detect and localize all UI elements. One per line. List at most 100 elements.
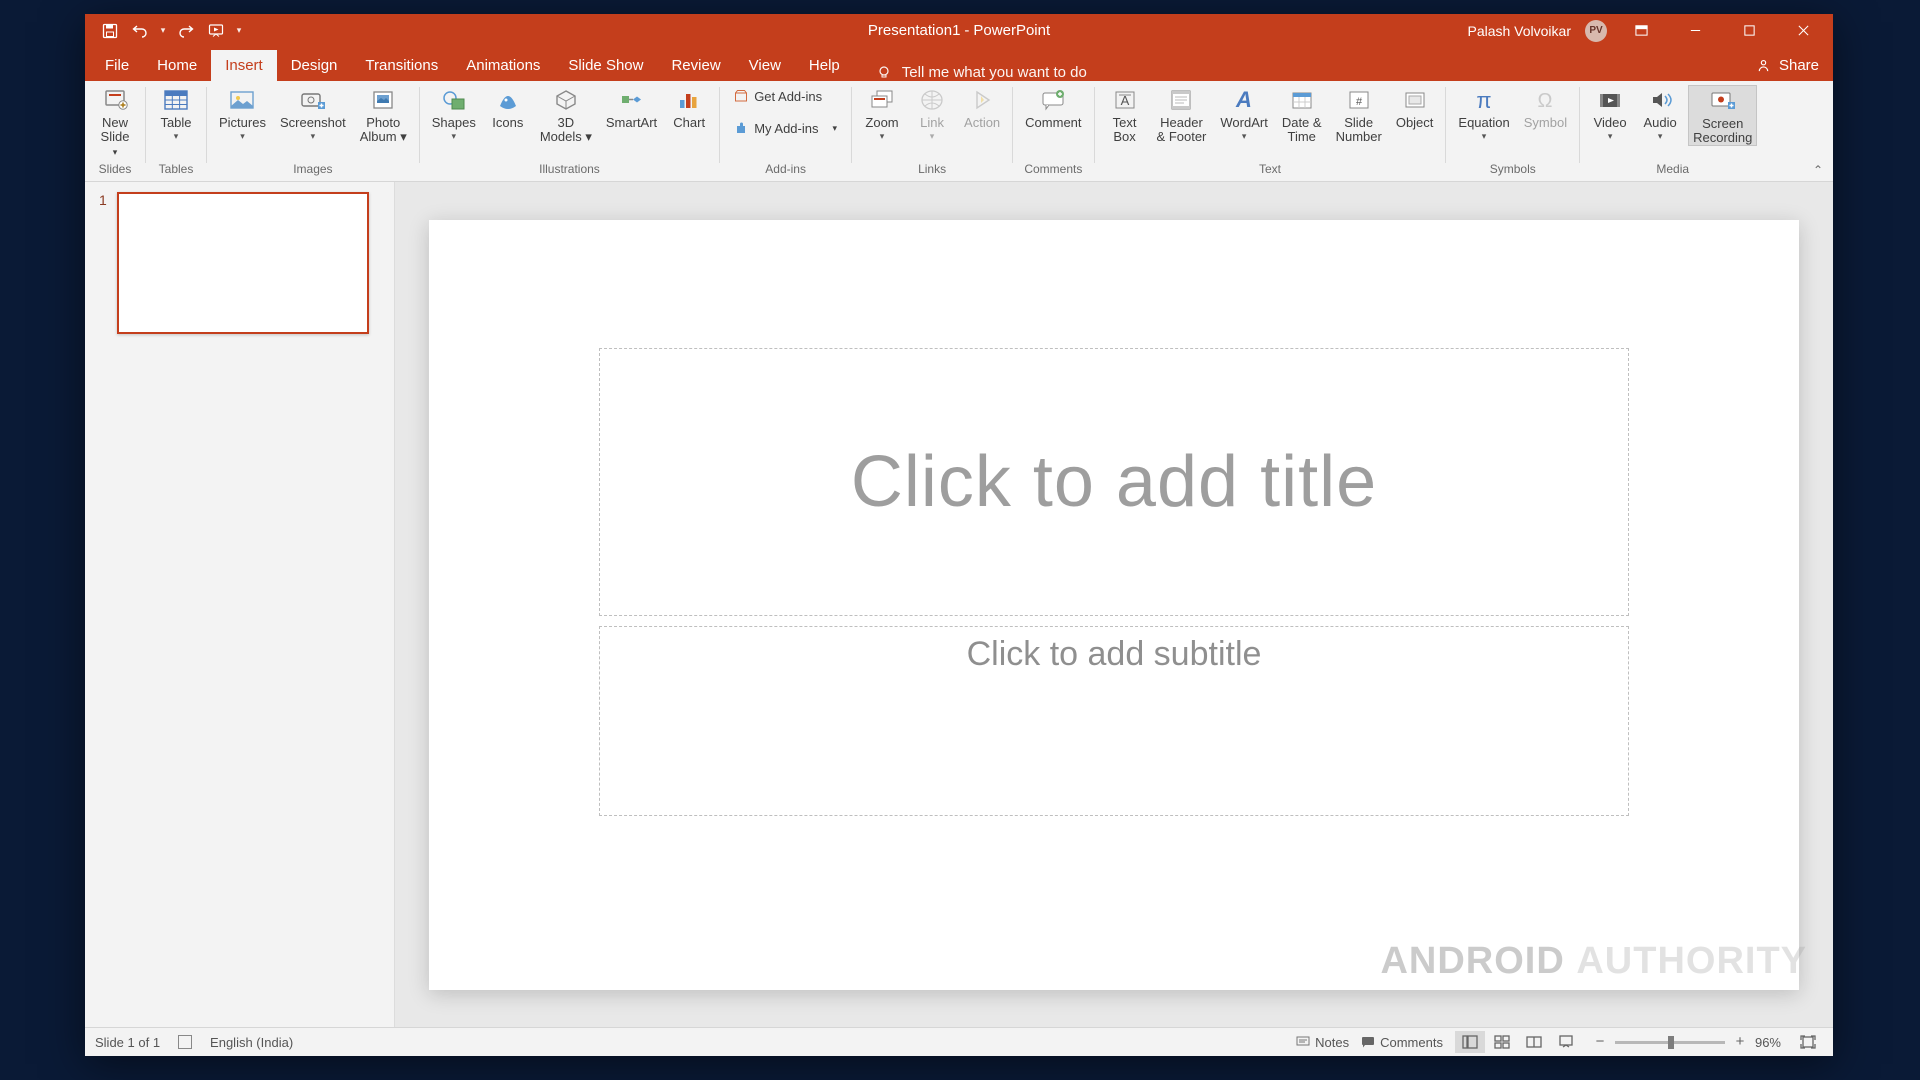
- slide-sorter-button[interactable]: [1487, 1031, 1517, 1053]
- group-tables: Table▾ Tables: [146, 81, 206, 181]
- zoom-in-button[interactable]: +: [1733, 1037, 1747, 1047]
- ribbon-tabs: File Home Insert Design Transitions Anim…: [85, 47, 1833, 81]
- language-status[interactable]: English (India): [210, 1035, 293, 1050]
- slide-number-button[interactable]: #SlideNumber: [1332, 85, 1386, 144]
- zoom-slider[interactable]: [1615, 1041, 1725, 1044]
- screen-recording-button[interactable]: ScreenRecording: [1688, 85, 1757, 146]
- photo-album-button[interactable]: PhotoAlbum ▾: [356, 85, 411, 144]
- audio-button[interactable]: Audio▾: [1638, 85, 1682, 139]
- svg-text:#: #: [1356, 96, 1363, 108]
- slide-thumbnail-1[interactable]: [117, 192, 369, 334]
- link-button: Link▾: [910, 85, 954, 139]
- slide-number-icon: #: [1343, 87, 1375, 113]
- maximize-button[interactable]: [1729, 14, 1769, 47]
- user-avatar[interactable]: PV: [1585, 20, 1607, 42]
- tell-me-search[interactable]: Tell me what you want to do: [876, 64, 1087, 81]
- pictures-button[interactable]: Pictures▾: [215, 85, 270, 139]
- user-name: Palash Volvoikar: [1467, 23, 1571, 39]
- normal-view-button[interactable]: [1455, 1031, 1485, 1053]
- icons-button[interactable]: Icons: [486, 85, 530, 130]
- status-bar: Slide 1 of 1 English (India) Notes Comme…: [85, 1027, 1833, 1056]
- tab-help[interactable]: Help: [795, 50, 854, 81]
- photo-album-icon: [367, 87, 399, 113]
- video-button[interactable]: Video▾: [1588, 85, 1632, 139]
- link-icon: [916, 87, 948, 113]
- svg-text:π: π: [1476, 88, 1491, 112]
- undo-dropdown-icon[interactable]: ▾: [159, 25, 167, 36]
- minimize-button[interactable]: [1675, 14, 1715, 47]
- shapes-icon: [438, 87, 470, 113]
- comment-button[interactable]: Comment: [1021, 85, 1085, 130]
- new-slide-button[interactable]: NewSlide ▾: [93, 85, 137, 159]
- slideshow-view-button[interactable]: [1551, 1031, 1581, 1053]
- date-time-button[interactable]: Date &Time: [1278, 85, 1326, 144]
- shapes-button[interactable]: Shapes▾: [428, 85, 480, 139]
- view-buttons: [1455, 1031, 1581, 1053]
- doc-name: Presentation1: [868, 22, 961, 39]
- zoom-level[interactable]: 96%: [1755, 1035, 1781, 1050]
- object-icon: [1399, 87, 1431, 113]
- chart-button[interactable]: Chart: [667, 85, 711, 130]
- qat-customize-icon[interactable]: ▾: [235, 25, 243, 36]
- app-name: PowerPoint: [973, 22, 1050, 39]
- group-text: ATextBox Header& Footer AWordArt▾ Date &…: [1095, 81, 1446, 181]
- reading-view-button[interactable]: [1519, 1031, 1549, 1053]
- tab-view[interactable]: View: [735, 50, 795, 81]
- slide-counter: Slide 1 of 1: [95, 1035, 160, 1050]
- share-icon: [1756, 58, 1771, 73]
- object-button[interactable]: Object: [1392, 85, 1438, 130]
- undo-icon[interactable]: [129, 20, 151, 42]
- subtitle-placeholder[interactable]: Click to add subtitle: [599, 626, 1629, 816]
- audio-icon: [1644, 87, 1676, 113]
- smartart-button[interactable]: SmartArt: [602, 85, 661, 130]
- start-slideshow-icon[interactable]: [205, 20, 227, 42]
- share-button[interactable]: Share: [1756, 57, 1819, 74]
- addin-icon: [734, 121, 748, 135]
- 3d-models-button[interactable]: 3DModels ▾: [536, 85, 596, 144]
- group-media: Video▾ Audio▾ ScreenRecording Media: [1580, 81, 1765, 181]
- my-addins-button[interactable]: My Add-ins▾: [728, 117, 843, 139]
- collapse-ribbon-icon[interactable]: ⌃: [1813, 163, 1823, 177]
- header-footer-icon: [1165, 87, 1197, 113]
- header-footer-button[interactable]: Header& Footer: [1153, 85, 1211, 144]
- icons-icon: [492, 87, 524, 113]
- tab-insert[interactable]: Insert: [211, 50, 277, 81]
- powerpoint-window: ▾ ▾ Presentation1 - PowerPoint Palash Vo…: [85, 14, 1833, 1056]
- group-slides: NewSlide ▾ Slides: [85, 81, 145, 181]
- fit-to-window-button[interactable]: [1793, 1031, 1823, 1053]
- new-slide-icon: [99, 87, 131, 113]
- comments-button[interactable]: Comments: [1361, 1035, 1443, 1050]
- tab-animations[interactable]: Animations: [452, 50, 554, 81]
- group-addins: Get Add-ins My Add-ins▾ Add-ins: [720, 81, 851, 181]
- tab-transitions[interactable]: Transitions: [351, 50, 452, 81]
- chart-icon: [673, 87, 705, 113]
- slide-thumbnail-pane[interactable]: 1: [85, 182, 395, 1027]
- accessibility-icon[interactable]: [178, 1035, 192, 1049]
- slide[interactable]: Click to add title Click to add subtitle: [429, 220, 1799, 990]
- slide-canvas-area[interactable]: Click to add title Click to add subtitle…: [395, 182, 1833, 1027]
- tab-design[interactable]: Design: [277, 50, 352, 81]
- ribbon-display-options-icon[interactable]: [1621, 14, 1661, 47]
- save-icon[interactable]: [99, 20, 121, 42]
- zoom-out-button[interactable]: −: [1593, 1037, 1607, 1047]
- wordart-button[interactable]: AWordArt▾: [1216, 85, 1271, 139]
- screenshot-button[interactable]: Screenshot▾: [276, 85, 350, 139]
- get-addins-button[interactable]: Get Add-ins: [728, 85, 843, 107]
- text-box-button[interactable]: ATextBox: [1103, 85, 1147, 144]
- zoom-button[interactable]: Zoom▾: [860, 85, 904, 139]
- table-button[interactable]: Table▾: [154, 85, 198, 139]
- tab-file[interactable]: File: [91, 50, 143, 81]
- title-placeholder[interactable]: Click to add title: [599, 348, 1629, 616]
- screen-recording-icon: [1707, 88, 1739, 114]
- equation-button[interactable]: πEquation▾: [1454, 85, 1513, 139]
- tab-review[interactable]: Review: [657, 50, 734, 81]
- notes-button[interactable]: Notes: [1296, 1035, 1349, 1050]
- smartart-icon: [616, 87, 648, 113]
- watermark: ANDROID AUTHORITY: [1380, 940, 1807, 983]
- close-button[interactable]: [1783, 14, 1823, 47]
- tab-home[interactable]: Home: [143, 50, 211, 81]
- redo-icon[interactable]: [175, 20, 197, 42]
- workspace: 1 Click to add title Click to add subtit…: [85, 182, 1833, 1027]
- tab-slideshow[interactable]: Slide Show: [554, 50, 657, 81]
- lightbulb-icon: [876, 65, 892, 81]
